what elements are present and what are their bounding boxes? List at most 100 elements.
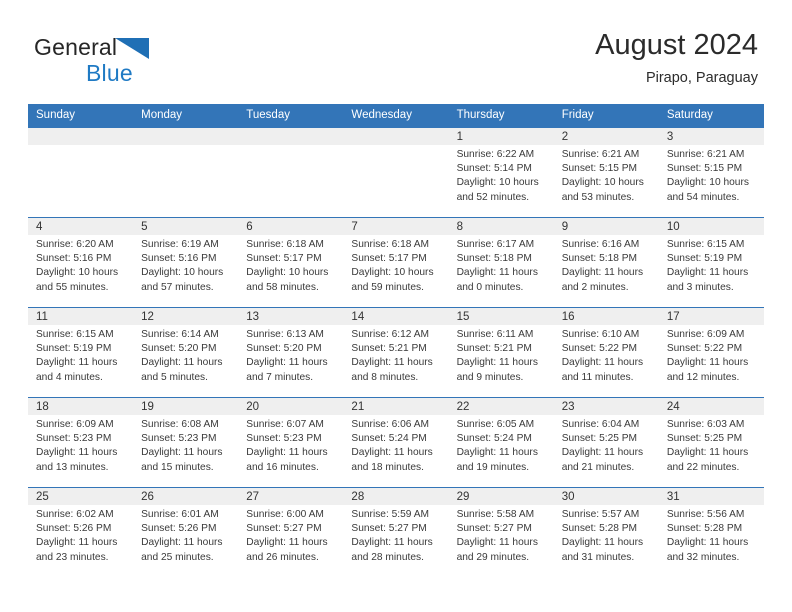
calendar-day-cell[interactable]: 30 Sunrise: 5:57 AM Sunset: 5:28 PM Dayligh…: [553, 487, 659, 577]
brand-logo[interactable]: General Blue: [34, 34, 264, 90]
sunrise-text: Sunrise: 6:21 AM: [666, 149, 745, 160]
sunrise-text: Sunrise: 6:21 AM: [561, 149, 640, 160]
daylight-text-line2: and 58 minutes.: [246, 281, 319, 293]
day-number-bar: 17: [658, 308, 764, 325]
calendar-day-cell[interactable]: 10 Sunrise: 6:15 AM Sunset: 5:19 PM Dayligh…: [658, 217, 764, 308]
daylight-text-line1: Daylight: 11 hours: [561, 357, 644, 369]
sunrise-text: Sunrise: 5:57 AM: [561, 509, 640, 520]
calendar-day-cell[interactable]: 24 Sunrise: 6:03 AM Sunset: 5:25 PM Dayligh…: [658, 397, 764, 488]
calendar-day-cell[interactable]: 8 Sunrise: 6:17 AM Sunset: 5:18 PM Daylight…: [448, 217, 554, 308]
day-number: 30: [561, 491, 575, 503]
day-number: 20: [246, 401, 260, 413]
daylight-text-line1: Daylight: 11 hours: [666, 267, 749, 279]
calendar-day-cell[interactable]: 6 Sunrise: 6:18 AM Sunset: 5:17 PM Daylight…: [238, 217, 344, 308]
sunset-text: Sunset: 5:17 PM: [351, 253, 427, 265]
calendar-day-cell[interactable]: 22 Sunrise: 6:05 AM Sunset: 5:24 PM Dayligh…: [448, 397, 554, 488]
calendar-day-cell-empty: [133, 127, 239, 218]
day-number: 21: [351, 401, 365, 413]
page-subtitle: Pirapo, Paraguay: [645, 70, 758, 86]
daylight-text-line2: and 23 minutes.: [36, 551, 109, 563]
calendar-day-cell[interactable]: 25 Sunrise: 6:02 AM Sunset: 5:26 PM Dayligh…: [28, 487, 134, 577]
day-details: Sunrise: 6:13 AM Sunset: 5:20 PM Daylight:…: [238, 325, 343, 385]
sunrise-text: Sunrise: 6:07 AM: [246, 419, 324, 430]
day-number-bar: 26: [133, 488, 239, 505]
sunset-text: Sunset: 5:20 PM: [246, 343, 322, 355]
day-details: Sunrise: 6:06 AM Sunset: 5:24 PM Daylight:…: [343, 415, 448, 475]
day-details: Sunrise: 6:18 AM Sunset: 5:17 PM Daylight:…: [238, 235, 343, 295]
daylight-text-line1: Daylight: 11 hours: [456, 447, 538, 459]
calendar-day-cell[interactable]: 14 Sunrise: 6:12 AM Sunset: 5:21 PM Dayligh…: [343, 307, 449, 398]
calendar-day-cell[interactable]: 26 Sunrise: 6:01 AM Sunset: 5:26 PM Dayligh…: [133, 487, 239, 577]
day-details: Sunrise: 6:05 AM Sunset: 5:24 PM Daylight:…: [449, 415, 554, 475]
calendar-day-cell[interactable]: 29 Sunrise: 5:58 AM Sunset: 5:27 PM Dayligh…: [448, 487, 554, 577]
sunrise-text: Sunrise: 6:02 AM: [36, 509, 114, 520]
weekday-header-tuesday: Tuesday: [238, 104, 344, 128]
day-number-bar: [343, 128, 449, 145]
calendar-day-cell-empty: [28, 127, 134, 218]
sunset-text: Sunset: 5:21 PM: [456, 343, 532, 355]
daylight-text-line1: Daylight: 10 hours: [561, 177, 644, 189]
sunrise-text: Sunrise: 6:10 AM: [561, 329, 640, 340]
sunset-text: Sunset: 5:14 PM: [456, 163, 532, 175]
daylight-text-line2: and 53 minutes.: [561, 191, 635, 203]
sunset-text: Sunset: 5:16 PM: [36, 253, 112, 265]
calendar-page: General Blue August 2024 Pirapo, Paragua…: [0, 0, 792, 612]
sunrise-text: Sunrise: 6:09 AM: [666, 329, 745, 340]
calendar-day-cell[interactable]: 13 Sunrise: 6:13 AM Sunset: 5:20 PM Dayligh…: [238, 307, 344, 398]
day-details: Sunrise: 5:57 AM Sunset: 5:28 PM Daylight:…: [554, 505, 659, 565]
weekday-header-saturday: Saturday: [658, 104, 764, 128]
day-details: Sunrise: 6:08 AM Sunset: 5:23 PM Daylight:…: [133, 415, 238, 475]
day-number: 24: [666, 401, 680, 413]
sunrise-text: Sunrise: 6:18 AM: [351, 239, 430, 250]
calendar-day-cell[interactable]: 16 Sunrise: 6:10 AM Sunset: 5:22 PM Dayligh…: [553, 307, 659, 398]
calendar-day-cell[interactable]: 27 Sunrise: 6:00 AM Sunset: 5:27 PM Dayligh…: [238, 487, 344, 577]
day-details: Sunrise: 6:16 AM Sunset: 5:18 PM Daylight:…: [554, 235, 659, 295]
calendar-day-cell[interactable]: 18 Sunrise: 6:09 AM Sunset: 5:23 PM Dayligh…: [28, 397, 134, 488]
day-number-bar: 30: [553, 488, 659, 505]
calendar-day-cell[interactable]: 21 Sunrise: 6:06 AM Sunset: 5:24 PM Dayligh…: [343, 397, 449, 488]
sunrise-text: Sunrise: 6:11 AM: [456, 329, 534, 340]
day-number: 26: [141, 491, 154, 503]
calendar-day-cell[interactable]: 28 Sunrise: 5:59 AM Sunset: 5:27 PM Dayligh…: [343, 487, 449, 577]
sunset-text: Sunset: 5:15 PM: [666, 163, 743, 175]
day-details: Sunrise: 5:56 AM Sunset: 5:28 PM Daylight:…: [659, 505, 764, 565]
calendar-day-cell[interactable]: 17 Sunrise: 6:09 AM Sunset: 5:22 PM Dayligh…: [658, 307, 764, 398]
day-number-bar: 21: [343, 398, 449, 415]
daylight-text-line2: and 22 minutes.: [666, 461, 740, 473]
daylight-text-line2: and 11 minutes.: [561, 371, 634, 383]
calendar-day-cell[interactable]: 5 Sunrise: 6:19 AM Sunset: 5:16 PM Daylight…: [133, 217, 239, 308]
calendar-day-cell[interactable]: 2 Sunrise: 6:21 AM Sunset: 5:15 PM Daylight…: [553, 127, 659, 218]
sunrise-text: Sunrise: 6:12 AM: [351, 329, 430, 340]
calendar-day-cell[interactable]: 15 Sunrise: 6:11 AM Sunset: 5:21 PM Dayligh…: [448, 307, 554, 398]
calendar-day-cell[interactable]: 9 Sunrise: 6:16 AM Sunset: 5:18 PM Daylight…: [553, 217, 659, 308]
calendar-day-cell[interactable]: 23 Sunrise: 6:04 AM Sunset: 5:25 PM Dayligh…: [553, 397, 659, 488]
calendar-day-cell[interactable]: 3 Sunrise: 6:21 AM Sunset: 5:15 PM Daylight…: [658, 127, 764, 218]
brand-name-blue: Blue: [86, 60, 133, 86]
calendar-day-cell[interactable]: 7 Sunrise: 6:18 AM Sunset: 5:17 PM Daylight…: [343, 217, 449, 308]
day-details: Sunrise: 6:18 AM Sunset: 5:17 PM Daylight:…: [343, 235, 448, 295]
sunrise-text: Sunrise: 6:00 AM: [246, 509, 324, 520]
calendar-day-cell[interactable]: 31 Sunrise: 5:56 AM Sunset: 5:28 PM Dayligh…: [658, 487, 764, 577]
calendar-day-cell[interactable]: 11 Sunrise: 6:15 AM Sunset: 5:19 PM Dayligh…: [28, 307, 134, 398]
sunrise-text: Sunrise: 6:15 AM: [36, 329, 114, 340]
day-details: Sunrise: 6:09 AM Sunset: 5:22 PM Daylight:…: [659, 325, 764, 385]
weekday-header-thursday: Thursday: [448, 104, 554, 128]
day-number-bar: 27: [238, 488, 344, 505]
calendar-day-cell[interactable]: 19 Sunrise: 6:08 AM Sunset: 5:23 PM Dayligh…: [133, 397, 239, 488]
day-number-bar: 7: [343, 218, 449, 235]
sunrise-text: Sunrise: 6:03 AM: [666, 419, 745, 430]
daylight-text-line2: and 55 minutes.: [36, 281, 109, 293]
daylight-text-line2: and 2 minutes.: [561, 281, 629, 293]
sunset-text: Sunset: 5:23 PM: [141, 433, 217, 445]
calendar-day-cell[interactable]: 12 Sunrise: 6:14 AM Sunset: 5:20 PM Dayligh…: [133, 307, 239, 398]
sunrise-text: Sunrise: 6:18 AM: [246, 239, 324, 250]
day-details: Sunrise: 6:14 AM Sunset: 5:20 PM Daylight:…: [133, 325, 238, 385]
day-number: 22: [456, 401, 470, 413]
daylight-text-line2: and 18 minutes.: [351, 461, 424, 473]
calendar-day-cell[interactable]: 20 Sunrise: 6:07 AM Sunset: 5:23 PM Dayligh…: [238, 397, 344, 488]
daylight-text-line2: and 15 minutes.: [141, 461, 214, 473]
day-number: 5: [141, 221, 148, 233]
calendar-day-cell[interactable]: 4 Sunrise: 6:20 AM Sunset: 5:16 PM Daylight…: [28, 217, 134, 308]
calendar-week-row: 11 Sunrise: 6:15 AM Sunset: 5:19 PM Dayligh…: [28, 307, 764, 398]
calendar-day-cell[interactable]: 1 Sunrise: 6:22 AM Sunset: 5:14 PM Daylight…: [448, 127, 554, 218]
